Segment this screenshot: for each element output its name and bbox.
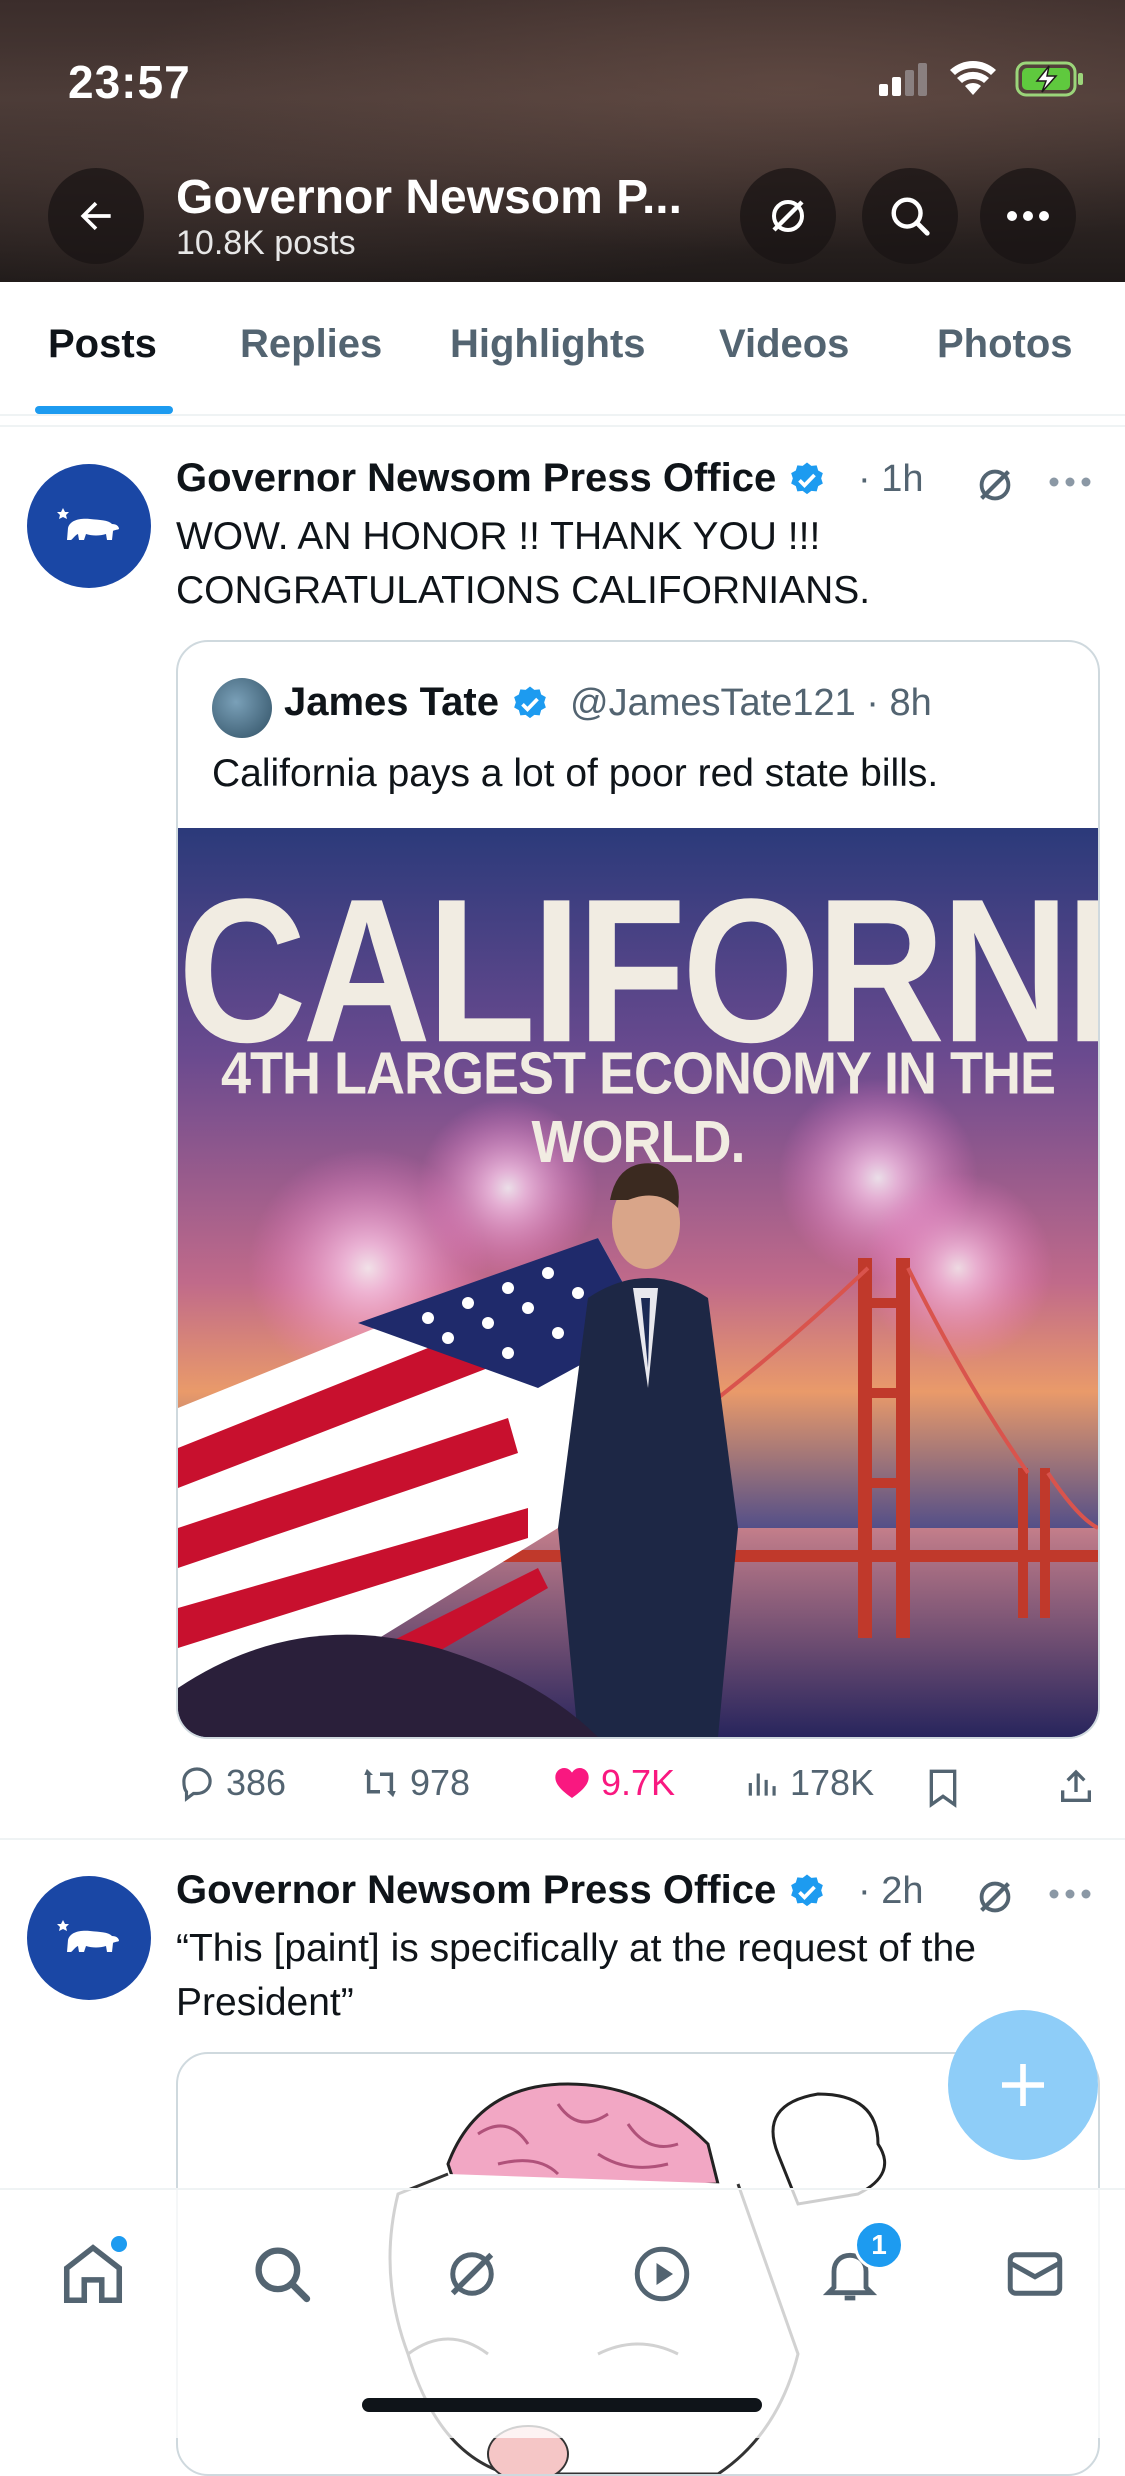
wifi-icon bbox=[950, 61, 996, 95]
home-notification-dot bbox=[111, 2236, 127, 2252]
grok-icon[interactable] bbox=[972, 1874, 1018, 1920]
post-author-name[interactable]: Governor Newsom Press Office bbox=[176, 1868, 827, 1913]
nav-explore[interactable] bbox=[242, 2234, 322, 2314]
quoted-author-name: James Tate bbox=[284, 680, 550, 725]
verified-badge-icon bbox=[791, 1874, 824, 1907]
active-tab-indicator bbox=[35, 406, 173, 414]
quoted-post[interactable]: James Tate @JamesTate121 · 8h California… bbox=[176, 640, 1100, 1739]
post-more-icon[interactable] bbox=[1048, 476, 1092, 488]
post-text-line: President” bbox=[176, 1981, 354, 2024]
notification-count-badge: 1 bbox=[854, 2220, 904, 2270]
post-author-label: Governor Newsom Press Office bbox=[176, 1868, 777, 1912]
search-icon bbox=[255, 2247, 311, 2303]
reply-button[interactable]: 386 bbox=[176, 1762, 286, 1804]
plus-icon bbox=[1002, 2064, 1044, 2106]
repost-button[interactable]: 978 bbox=[358, 1762, 470, 1804]
status-time: 23:57 bbox=[68, 56, 191, 108]
california-bear-icon bbox=[57, 508, 119, 540]
arrow-left-icon bbox=[80, 201, 111, 231]
home-indicator bbox=[362, 2398, 762, 2412]
post-text-line: “This [paint] is specifically at the req… bbox=[176, 1927, 976, 1970]
search-icon bbox=[891, 197, 930, 236]
quoted-post-text: California pays a lot of poor red state … bbox=[212, 752, 939, 795]
compose-post-button[interactable] bbox=[948, 2010, 1098, 2160]
reply-icon bbox=[182, 1767, 212, 1802]
repost-icon bbox=[364, 1768, 396, 1798]
post-divider bbox=[0, 1838, 1125, 1840]
nav-grok[interactable] bbox=[432, 2234, 512, 2314]
image-subheadline: 4TH LARGEST ECONOMY IN THE WORLD. bbox=[220, 1040, 1056, 1176]
mail-icon bbox=[1007, 2252, 1063, 2296]
analytics-icon bbox=[748, 1773, 776, 1796]
like-count: 9.7K bbox=[601, 1762, 676, 1803]
post-author-name[interactable]: Governor Newsom Press Office bbox=[176, 456, 827, 501]
divider bbox=[0, 425, 1125, 427]
play-circle-icon bbox=[634, 2246, 690, 2302]
back-button[interactable] bbox=[48, 168, 144, 264]
california-bear-icon bbox=[57, 1920, 119, 1952]
tab-photos[interactable]: Photos bbox=[937, 322, 1073, 367]
post-text-line: WOW. AN HONOR !! THANK YOU !!! bbox=[176, 515, 821, 558]
nav-messages[interactable] bbox=[995, 2234, 1075, 2314]
grok-button[interactable] bbox=[740, 168, 836, 264]
repost-count: 978 bbox=[410, 1762, 471, 1803]
profile-name: Governor Newsom P... bbox=[176, 171, 682, 224]
profile-tabs: Posts Replies Highlights Videos Photos bbox=[0, 282, 1125, 416]
nav-video[interactable] bbox=[622, 2234, 702, 2314]
verified-badge-icon bbox=[791, 462, 824, 495]
views-button[interactable]: 178K bbox=[744, 1762, 874, 1804]
post-actions: 386 978 9.7K 178K bbox=[176, 1762, 1096, 1822]
status-icons bbox=[877, 60, 1085, 98]
grok-icon[interactable] bbox=[972, 462, 1018, 508]
search-button[interactable] bbox=[862, 168, 958, 264]
more-options-button[interactable] bbox=[980, 168, 1076, 264]
nav-home[interactable] bbox=[53, 2234, 133, 2314]
grok-icon bbox=[450, 2252, 494, 2296]
bookmark-icon[interactable] bbox=[926, 1768, 960, 1808]
post-time[interactable]: · 2h bbox=[858, 1870, 923, 1913]
verified-badge-icon bbox=[514, 686, 546, 719]
author-avatar[interactable] bbox=[27, 1876, 151, 2000]
post-more-icon[interactable] bbox=[1048, 1888, 1092, 1900]
view-count: 178K bbox=[790, 1762, 875, 1803]
post-author-label: Governor Newsom Press Office bbox=[176, 456, 777, 500]
post-text: WOW. AN HONOR !! THANK YOU !!! CONGRATUL… bbox=[176, 510, 870, 618]
author-avatar[interactable] bbox=[27, 464, 151, 588]
like-button[interactable]: 9.7K bbox=[551, 1762, 675, 1804]
tab-posts[interactable]: Posts bbox=[48, 322, 157, 367]
quoted-author-label: James Tate bbox=[284, 680, 499, 724]
post-count: 10.8K posts bbox=[176, 224, 356, 262]
profile-banner bbox=[0, 0, 1125, 282]
reply-count: 386 bbox=[226, 1762, 287, 1803]
post-text-line: CONGRATULATIONS CALIFORNIANS. bbox=[176, 569, 871, 612]
quoted-post-image[interactable]: CALIFORNIA 4TH LARGEST ECONOMY IN THE WO… bbox=[178, 828, 1098, 1737]
tab-videos[interactable]: Videos bbox=[719, 322, 849, 367]
post-text: “This [paint] is specifically at the req… bbox=[176, 1922, 976, 2030]
quoted-author-avatar bbox=[212, 678, 272, 738]
more-dots-icon bbox=[1007, 211, 1049, 221]
cellular-signal-icon bbox=[879, 63, 927, 96]
battery-charging-icon bbox=[1015, 61, 1083, 97]
share-icon[interactable] bbox=[1056, 1766, 1096, 1808]
quoted-author-handle: @JamesTate121 · 8h bbox=[570, 682, 932, 724]
grok-icon bbox=[772, 200, 804, 232]
post-time[interactable]: · 1h bbox=[858, 458, 923, 501]
tab-highlights[interactable]: Highlights bbox=[450, 322, 646, 367]
heart-filled-icon bbox=[555, 1768, 589, 1798]
tab-replies[interactable]: Replies bbox=[240, 322, 382, 367]
nav-notifications[interactable]: 1 bbox=[810, 2220, 904, 2314]
